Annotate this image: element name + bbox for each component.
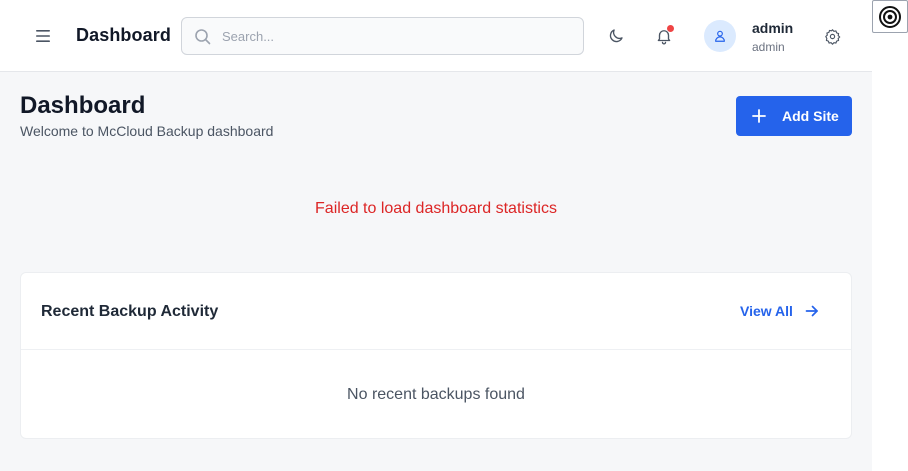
menu-icon — [36, 30, 50, 42]
gear-icon — [824, 28, 840, 45]
page-title: Dashboard — [20, 92, 146, 119]
target-icon — [879, 5, 901, 28]
app-shell: Dashboard admin — [0, 0, 872, 471]
top-bar: Dashboard admin — [0, 0, 872, 72]
notifications-button[interactable] — [650, 22, 678, 50]
search-icon — [195, 29, 211, 45]
empty-state-message: No recent backups found — [347, 386, 525, 403]
user-name[interactable]: admin — [752, 20, 793, 36]
card-title: Recent Backup Activity — [41, 303, 219, 320]
plus-icon — [752, 109, 766, 123]
menu-button[interactable] — [32, 26, 54, 46]
avatar[interactable] — [704, 20, 736, 52]
card-header: Recent Backup Activity View All — [21, 273, 851, 350]
add-site-button[interactable]: Add Site — [736, 96, 852, 136]
settings-button[interactable] — [818, 22, 846, 50]
user-icon — [715, 30, 725, 42]
floating-target-button[interactable] — [872, 0, 908, 33]
search-box — [181, 17, 584, 55]
page-subtitle: Welcome to McCloud Backup dashboard — [20, 123, 274, 139]
user-role: admin — [752, 40, 785, 54]
search-input[interactable] — [222, 18, 572, 54]
moon-icon — [609, 29, 623, 43]
add-site-label: Add Site — [782, 108, 839, 124]
arrow-right-icon — [805, 304, 819, 318]
view-all-link[interactable]: View All — [740, 303, 819, 319]
theme-toggle-button[interactable] — [602, 22, 630, 50]
view-all-label: View All — [740, 303, 793, 319]
error-message: Failed to load dashboard statistics — [315, 200, 557, 217]
recent-activity-card: Recent Backup Activity View All No recen… — [20, 272, 852, 439]
notification-badge — [667, 25, 674, 32]
app-title: Dashboard — [76, 25, 171, 45]
